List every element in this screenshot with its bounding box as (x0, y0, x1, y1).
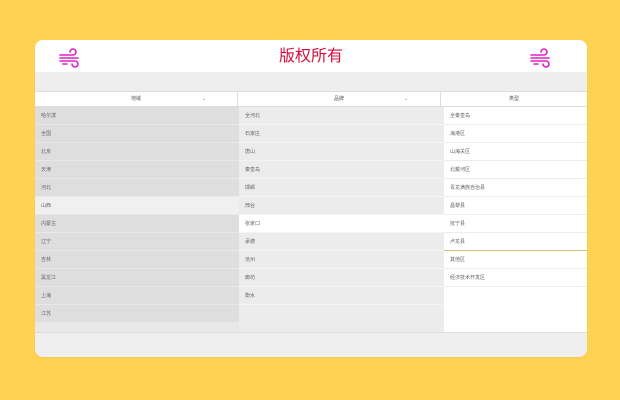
select-region-label: 地域 (130, 96, 141, 102)
region-picker-card: 版权所有 地域 ⌄ 品牌 ⌄ 类型 哈尔滨 全国 北京 天津 河北 山西 内蒙古… (35, 40, 587, 357)
select-type[interactable]: 类型 (441, 92, 587, 106)
list-item[interactable]: 青龙满族自治县 (444, 179, 587, 197)
list-item[interactable]: 石家庄 (239, 125, 444, 143)
list-item[interactable]: 上海 (35, 287, 239, 305)
list-item[interactable]: 沧州 (239, 251, 444, 269)
list-item[interactable]: 北戴河区 (444, 161, 587, 179)
list-item[interactable]: 昌黎县 (444, 197, 587, 215)
list-item[interactable]: 全秦皇岛 (444, 107, 587, 125)
toolbar-band (35, 72, 587, 92)
list-item[interactable]: 辽宁 (35, 233, 239, 251)
chevron-down-icon: ⌄ (404, 96, 409, 102)
header-bar: 版权所有 (35, 40, 587, 72)
district-list: 全秦皇岛 海港区 山海关区 北戴河区 青龙满族自治县 昌黎县 抚宁县 卢龙县 其他区 经济技术开发… (444, 107, 587, 332)
select-brand[interactable]: 品牌 ⌄ (238, 92, 440, 106)
footer-bar (35, 332, 587, 357)
list-item[interactable]: 内蒙古 (35, 215, 239, 233)
chevron-down-icon: ⌄ (202, 96, 207, 102)
list-item[interactable]: 哈尔滨 (35, 107, 239, 125)
city-list: 全河北 石家庄 唐山 秦皇岛 邯郸 邢台 张家口 承德 沧州 廊坊 衡水 (239, 107, 444, 332)
list-item[interactable]: 河北 (35, 179, 239, 197)
select-type-label: 类型 (508, 96, 519, 102)
list-item[interactable]: 山海关区 (444, 143, 587, 161)
list-item[interactable]: 廊坊 (239, 269, 444, 287)
list-item[interactable]: 抚宁县 (444, 215, 587, 233)
province-list: 哈尔滨 全国 北京 天津 河北 山西 内蒙古 辽宁 吉林 黑龙江 上海 江苏 (35, 107, 239, 332)
wind-icon (529, 48, 553, 68)
list-item[interactable]: 黑龙江 (35, 269, 239, 287)
list-item[interactable]: 卢龙县 (444, 233, 587, 251)
select-region[interactable]: 地域 ⌄ (35, 92, 237, 106)
list-item[interactable]: 全河北 (239, 107, 444, 125)
list-item[interactable]: 经济技术开发区 (444, 269, 587, 287)
list-item[interactable]: 山西 (35, 197, 239, 215)
list-item[interactable]: 张家口 (239, 215, 444, 233)
list-item[interactable]: 吉林 (35, 251, 239, 269)
list-item[interactable]: 北京 (35, 143, 239, 161)
list-item[interactable]: 其他区 (444, 251, 587, 269)
list-item[interactable]: 秦皇岛 (239, 161, 444, 179)
list-item[interactable]: 全国 (35, 125, 239, 143)
list-item[interactable]: 邢台 (239, 197, 444, 215)
list-item[interactable]: 邯郸 (239, 179, 444, 197)
page-title: 版权所有 (278, 46, 343, 65)
list-item[interactable]: 江苏 (35, 305, 239, 323)
list-item[interactable]: 唐山 (239, 143, 444, 161)
select-brand-label: 品牌 (333, 96, 344, 102)
filter-selects: 地域 ⌄ 品牌 ⌄ 类型 (35, 92, 587, 107)
list-item[interactable]: 海港区 (444, 125, 587, 143)
list-item[interactable]: 衡水 (239, 287, 444, 305)
list-item[interactable]: 天津 (35, 161, 239, 179)
list-item[interactable]: 承德 (239, 233, 444, 251)
